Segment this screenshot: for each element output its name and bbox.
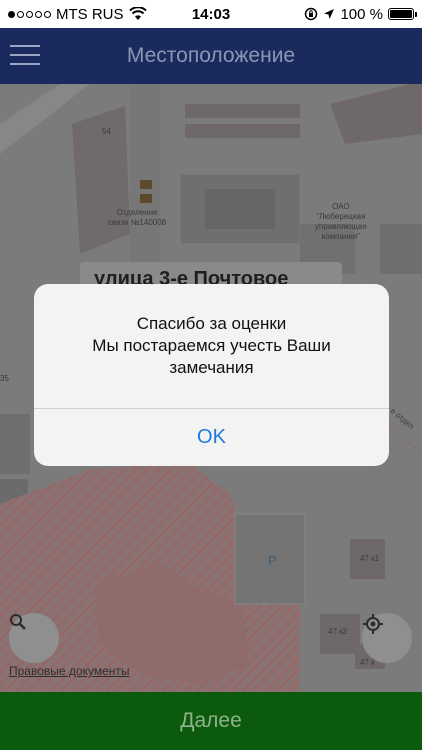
map-label-post-office: Отделение связи №140008 bbox=[108, 208, 166, 228]
map-label-parking: P bbox=[268, 553, 277, 568]
page-title: Местоположение bbox=[126, 44, 296, 67]
map-label-building-47k2: 47 к2 bbox=[328, 627, 348, 636]
carrier-name: MTS RUS bbox=[56, 5, 124, 23]
status-bar: MTS RUS 14:03 100 % bbox=[0, 0, 422, 28]
map-label-building-47k: 47 к bbox=[360, 658, 375, 667]
company-line2: "Люберецкая bbox=[316, 212, 366, 221]
hamburger-menu-icon[interactable] bbox=[10, 42, 40, 68]
company-line3: управляющая bbox=[315, 222, 367, 231]
next-button[interactable]: Далее bbox=[0, 692, 422, 750]
map-label-building-47k1: 47 к1 bbox=[360, 554, 380, 563]
alert-dialog: Спасибо за оценки Мы постараемся учесть … bbox=[34, 284, 389, 466]
battery-fill bbox=[390, 10, 412, 18]
map-label-company: ОАО "Люберецкая управляющая компания" bbox=[315, 202, 367, 242]
map-search-button[interactable] bbox=[9, 613, 59, 663]
legal-documents-link[interactable]: Правовые документы bbox=[9, 664, 130, 678]
map-label-building-54: 54 bbox=[102, 127, 111, 136]
signal-strength-icon bbox=[8, 10, 51, 18]
alert-message: Спасибо за оценки Мы постараемся учесть … bbox=[34, 284, 389, 408]
location-arrow-icon bbox=[324, 9, 335, 19]
company-line4: компания" bbox=[321, 232, 361, 241]
alert-line-1: Спасибо за оценки bbox=[136, 314, 287, 333]
crosshair-icon bbox=[363, 614, 383, 634]
post-office-line2: связи №140008 bbox=[108, 218, 167, 227]
post-office-line1: Отделение bbox=[116, 208, 158, 217]
status-left: MTS RUS bbox=[8, 6, 147, 23]
rotation-lock-icon bbox=[305, 7, 318, 21]
status-right: 100 % bbox=[304, 5, 417, 23]
alert-line-2: Мы постараемся учесть Ваши bbox=[92, 336, 331, 355]
battery-icon bbox=[388, 8, 417, 20]
search-icon bbox=[10, 614, 26, 630]
map-label-building-35: 35 bbox=[0, 374, 9, 383]
my-location-button[interactable] bbox=[362, 613, 412, 663]
battery-percent: 100 % bbox=[340, 5, 383, 23]
wifi-icon bbox=[128, 7, 147, 20]
company-line1: ОАО bbox=[332, 202, 350, 211]
alert-ok-button[interactable]: OK bbox=[34, 409, 389, 466]
alert-line-3: замечания bbox=[169, 358, 254, 377]
nav-bar: Местоположение bbox=[0, 28, 422, 84]
